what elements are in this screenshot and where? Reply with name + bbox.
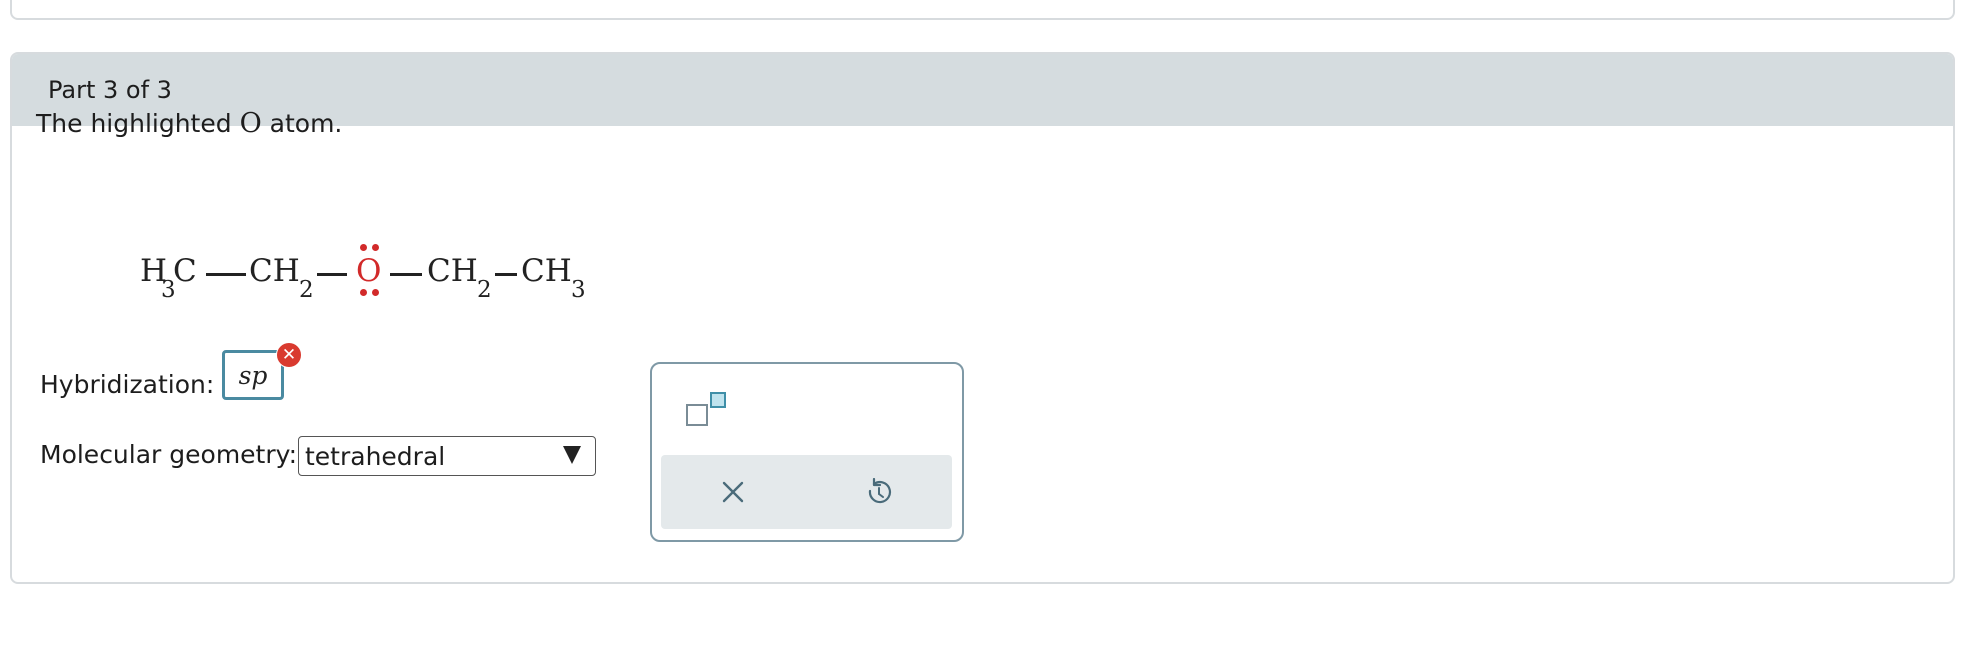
- superscript-exponent-box: [710, 392, 726, 408]
- hybridization-value: sp: [238, 360, 268, 390]
- hybridization-label: Hybridization:: [40, 370, 215, 399]
- prompt-text-after: atom.: [261, 109, 343, 138]
- part-label: Part 3 of 3: [48, 76, 172, 104]
- lone-pair-top-1: [360, 244, 367, 251]
- ch2a-sub: 2: [299, 277, 314, 303]
- caret-down-icon: [563, 446, 581, 464]
- superscript-base-box: [686, 404, 708, 426]
- question-prompt: The highlighted O atom.: [36, 108, 342, 139]
- clear-icon[interactable]: [713, 472, 753, 512]
- undo-icon[interactable]: [859, 472, 899, 512]
- ch2a-ch: CH: [249, 253, 300, 289]
- bond-3: [390, 273, 422, 276]
- bond-1: [206, 273, 246, 276]
- lone-pair-top-2: [372, 244, 379, 251]
- lone-pair-bottom-1: [360, 289, 367, 296]
- geometry-selected: tetrahedral: [305, 441, 446, 471]
- bond-4: [495, 273, 517, 276]
- ch3-sub: 3: [571, 277, 586, 303]
- palette-actions: [661, 455, 952, 529]
- undo-icon-svg: [868, 478, 891, 504]
- prompt-text-before: The highlighted: [36, 109, 240, 138]
- h3c-c: C: [173, 253, 197, 289]
- molecule-structure: H 3 C CH 2 O CH 2 CH 3: [128, 186, 648, 302]
- superscript-icon[interactable]: [686, 392, 742, 428]
- previous-part-card: [10, 0, 1955, 20]
- x-icon: ✕: [276, 342, 302, 368]
- geometry-label: Molecular geometry:: [40, 440, 298, 469]
- hybridization-input[interactable]: sp: [222, 350, 284, 400]
- lone-pair-bottom-2: [372, 289, 379, 296]
- prompt-atom: O: [239, 108, 262, 139]
- ch3-ch: CH: [521, 253, 572, 289]
- bond-2: [317, 273, 347, 276]
- highlighted-oxygen: O: [356, 253, 382, 289]
- clear-icon-svg: [722, 481, 744, 503]
- geometry-select[interactable]: tetrahedral: [298, 436, 596, 476]
- ch2b-ch: CH: [427, 253, 478, 289]
- ch2b-sub: 2: [477, 277, 492, 303]
- math-palette: [650, 362, 964, 542]
